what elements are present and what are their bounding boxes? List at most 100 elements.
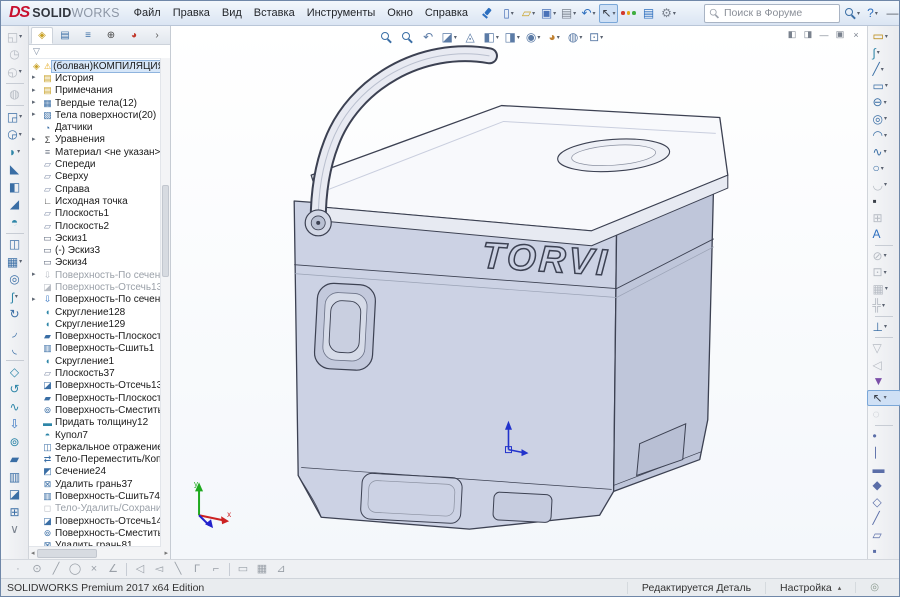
tree-item[interactable]: ▸▤Примечания [29,85,161,97]
child-minimize-button[interactable]: — [818,30,830,40]
planar-surface-button[interactable]: ▰ [3,451,26,469]
tree-item[interactable]: ▥Поверхность-Сшить74 [29,490,161,502]
line-button[interactable]: ╱▾ [867,61,900,78]
tree-item[interactable]: ◓Купол7 [29,429,161,441]
child-close-button[interactable]: × [850,30,862,40]
select-arrow-button[interactable]: ↖▾ [867,390,900,407]
revolved-surface-button[interactable]: ↺ [3,381,26,399]
scrollbar-thumb[interactable] [37,549,97,558]
tree-item[interactable]: ◪Поверхность-Отсечь133 [29,281,161,293]
help-button[interactable]: ?▾ [863,4,882,23]
annotation-visibility-button[interactable]: ◬ [460,27,480,47]
tree-item[interactable]: ▸⇩Поверхность-По сечениям13 [29,269,161,281]
extruded-boss-button[interactable]: ◱▾ [3,28,26,46]
draft-button[interactable]: ◢ [3,196,26,214]
filter-planes-button[interactable]: ▱ [867,527,900,544]
apply-scene-button[interactable]: ◍▾ [565,27,585,47]
section-view-button[interactable]: ◪▾ [439,27,459,47]
knit-surface-button[interactable]: ▥ [3,468,26,486]
tree-item[interactable]: ▭Эскиз1 [29,232,161,244]
customize-cell[interactable]: Настройка▴ [765,582,855,594]
mirror-button[interactable]: ◫ [3,236,26,254]
tree-item[interactable]: ◪Поверхность-Отсечь134 [29,380,161,392]
cooler-model[interactable]: TORVI [171,26,867,559]
erase-tool[interactable]: × [85,561,103,578]
tree-item[interactable]: ▰Поверхность-Плоскость17 [29,392,161,404]
arc-button[interactable]: ◠▾ [867,127,900,144]
menu-item[interactable]: Файл [128,4,167,22]
extend-surface-button[interactable]: ⊞ [3,503,26,521]
tree-item[interactable]: ▥Поверхность-Сшить1 [29,343,161,355]
filter-edges-button[interactable]: ∣ [867,444,900,461]
extruded-surface-button[interactable]: ◇ [3,363,26,381]
hide-show-items-button[interactable]: ◉▾ [523,27,543,47]
undo-button[interactable]: ↶▾ [579,4,598,23]
ellipse-button[interactable]: ○▾ [867,160,900,177]
spline-button[interactable]: ∿▾ [867,144,900,161]
swept-boss-button[interactable]: ◵▾ [3,63,26,81]
tree-item[interactable]: ⊠Удалить грань81 [29,540,161,546]
tree-item[interactable]: ▭(-) Эскиз3 [29,244,161,256]
fillet-button[interactable]: ◗▾ [3,143,26,161]
tree-item[interactable]: ◈⚠(болван)КОМПИЛЯЦИЯ_2(эскиз) [29,60,161,72]
corner-rectangle-tool[interactable]: Γ [188,561,206,578]
edit-appearance-button[interactable]: ◕▾ [544,27,564,47]
extruded-cut-button[interactable]: ◲▾ [3,108,26,126]
chamfer-button[interactable]: ◣ [3,161,26,179]
circular-pattern-button[interactable]: ◎ [3,271,26,289]
tree-item[interactable]: ▸⇩Поверхность-По сечениям14 [29,294,161,306]
filter-points-button[interactable]: ▪ [867,543,900,560]
view-orientation-button[interactable]: ◧▾ [481,27,501,47]
boundary-boss-button[interactable]: ◍ [3,86,26,104]
print-button[interactable]: ▤▾ [559,4,578,23]
save-button[interactable]: ▣▾ [539,4,558,23]
open-button[interactable]: ▱▾ [519,4,538,23]
linear-sketch-pattern-button[interactable]: ▦▾ [867,281,900,298]
tree-item[interactable]: ▱Плоскость1 [29,208,161,220]
expand-arrow-icon[interactable]: ▸ [32,270,36,278]
filter-clear-button[interactable]: ◁ [867,357,900,374]
menu-item[interactable]: Справка [419,4,474,22]
rectangle-button[interactable]: ▭▾ [867,78,900,95]
helix-button[interactable]: ↻ [3,306,26,324]
zoom-area-button[interactable] [397,27,417,47]
tree-item[interactable]: ▱Плоскость2 [29,220,161,232]
tab-configurationmanager[interactable]: ≡ [77,27,99,44]
trim-surface-button[interactable]: ◪ [3,486,26,504]
project-curve-button[interactable]: ◞ [3,323,26,341]
tree-item[interactable]: ▱Спереди [29,158,161,170]
scrollbar-thumb[interactable] [162,185,169,277]
filter-funnel-icon[interactable]: ▽ [867,340,900,357]
child-restore-button[interactable]: ▣ [834,29,846,40]
expand-arrow-icon[interactable]: ▸ [32,86,36,94]
tree-item[interactable]: ◪Поверхность-Отсечь140 [29,515,161,527]
expand-arrow-icon[interactable]: ▸ [32,73,36,81]
zoom-fit-button[interactable] [376,27,396,47]
menu-item[interactable]: Правка [167,4,216,22]
tree-filter-row[interactable]: ▽ [29,45,170,59]
minimize-button[interactable]: — [883,4,900,23]
ellipse-tool[interactable]: ◯ [66,561,84,578]
composite-curve-button[interactable]: ◟ [3,341,26,359]
linear-pattern-button[interactable]: ▦▾ [3,253,26,271]
tree-item[interactable]: ◫Зеркальное отражение45 [29,441,161,453]
tree-item[interactable]: ▸▧Тела поверхности(20) [29,109,161,121]
text-button[interactable]: A [867,226,900,243]
tree-item[interactable]: ▸▦Твердые тела(12) [29,97,161,109]
curve-button[interactable]: ʃ▾ [3,288,26,306]
angle-dimension-tool[interactable]: ∠ [104,561,122,578]
options-button[interactable]: ⚙▾ [659,4,678,23]
width-dimension-tool[interactable]: ▭ [234,561,252,578]
tree-item[interactable]: ▸ΣУравнения [29,134,161,146]
tree-horizontal-scrollbar[interactable]: ◂ ▸ [29,546,170,559]
tree-item[interactable]: ▭Эскиз4 [29,257,161,269]
menu-item[interactable]: Окно [381,4,419,22]
trim-entities-button[interactable]: ⊘▾ [867,248,900,265]
point-button[interactable]: ▪ [867,193,900,210]
filter-axes-button[interactable]: ╱ [867,510,900,527]
tree-item[interactable]: ▸▤История [29,72,161,84]
view-settings-button[interactable]: ⊡▾ [586,27,606,47]
spline-contour-button[interactable]: ∫▾ [867,45,900,62]
pane-single-button[interactable]: ◨ [802,29,814,40]
tree-item[interactable]: ▰Поверхность-Плоскость1 [29,331,161,343]
